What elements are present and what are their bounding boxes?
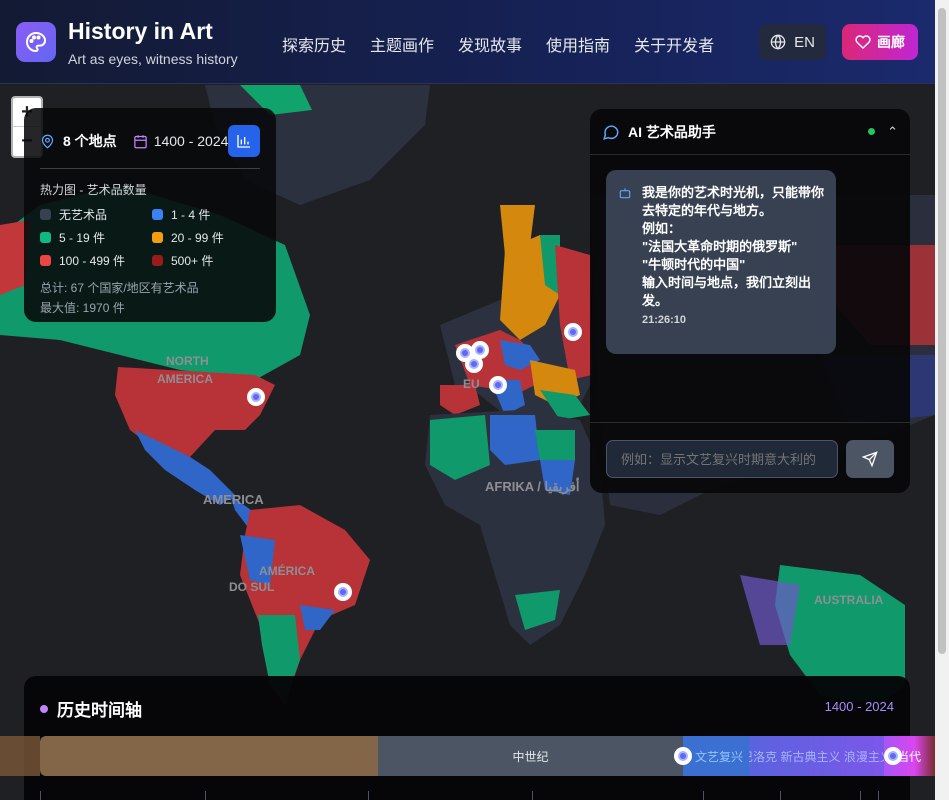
legend-swatch [40, 232, 51, 243]
legend-item: 20 - 99 件 [152, 229, 262, 246]
nav-theme-paintings[interactable]: 主题画作 [370, 32, 434, 56]
legend-item: 100 - 499 件 [40, 252, 152, 269]
timeline-segment-early[interactable] [40, 736, 378, 776]
legend-item: 1 - 4 件 [152, 206, 262, 223]
legend-item: 无艺术品 [40, 206, 152, 223]
label-africa: AFRIKA / أفريقيا [485, 478, 580, 495]
language-button[interactable]: EN [759, 24, 826, 60]
location-marker[interactable] [465, 355, 483, 373]
gallery-button[interactable]: 画廊 [842, 24, 918, 60]
heart-icon [855, 35, 871, 50]
legend-item: 500+ 件 [152, 252, 262, 269]
chat-header[interactable]: AI 艺术品助手 ⌃ [590, 109, 910, 155]
timeline-bar[interactable]: 中世纪 文艺复兴 巴洛克 新古典主义 浪漫主义 当代 [0, 736, 935, 776]
label-america-sul: AMÉRICA [259, 563, 315, 578]
globe-icon [770, 34, 786, 50]
label-europe: EU [463, 377, 480, 391]
label-north: NORTH [166, 354, 209, 368]
scrollbar-thumb[interactable] [938, 8, 946, 654]
location-count: 8 个地点 [40, 131, 117, 151]
chat-input-area [590, 422, 910, 493]
bar-chart-icon [237, 135, 250, 148]
timeline-segment-renaissance[interactable]: 文艺复兴 [683, 736, 749, 776]
timeline-segment-baroque[interactable]: 巴洛克 新古典主义 浪漫主义 [749, 736, 884, 776]
timeline-tick [40, 791, 41, 800]
map-pin-icon [41, 134, 54, 149]
send-icon [862, 451, 878, 467]
stats-max: 最大值: 1970 件 [40, 301, 125, 315]
page-scrollbar[interactable] [935, 0, 949, 800]
bot-icon [619, 188, 631, 199]
label-america-2: AMERICA [203, 492, 264, 507]
legend-swatch [152, 232, 163, 243]
timeline-handle-start[interactable] [674, 747, 692, 765]
timeline-tick [205, 791, 206, 800]
location-marker[interactable] [334, 583, 352, 601]
label-australia: AUSTRALIA [814, 593, 884, 607]
heatmap-legend: 无艺术品 1 - 4 件 5 - 19 件 20 - 99 件 100 - 49… [40, 206, 260, 269]
legend-swatch [40, 209, 51, 220]
legend-swatch [152, 209, 163, 220]
location-marker[interactable] [564, 323, 582, 341]
location-marker[interactable] [489, 376, 507, 394]
brand-title[interactable]: History in Art [68, 18, 213, 45]
language-label: EN [794, 33, 815, 51]
title-dot [40, 704, 48, 713]
brand-subtitle: Art as eyes, witness history [68, 51, 238, 67]
bar-chart-button[interactable] [228, 125, 260, 157]
online-status-dot [868, 128, 876, 135]
chat-bubble-icon [603, 124, 619, 140]
nav-explore-history[interactable]: 探索历史 [282, 32, 346, 56]
timeline-tick [532, 791, 533, 800]
timeline-ticks [40, 791, 910, 800]
chevron-up-icon[interactable]: ⌃ [887, 124, 898, 140]
heatmap-stats-panel: 8 个地点 1400 - 2024 热力图 - 艺术品数量 无艺术品 1 - 4… [24, 108, 276, 322]
main-nav: 探索历史 主题画作 发现故事 使用指南 关于开发者 [282, 32, 714, 56]
nav-user-guide[interactable]: 使用指南 [546, 32, 610, 56]
date-range: 1400 - 2024 [133, 133, 228, 149]
timeline-segment-medieval[interactable]: 中世纪 [378, 736, 683, 776]
timeline-tick [878, 791, 879, 800]
label-america: AMERICA [157, 372, 213, 386]
top-header: History in Art Art as eyes, witness hist… [0, 0, 949, 84]
calendar-icon [133, 134, 147, 148]
label-do-sul: DO SUL [229, 580, 274, 594]
timeline-tick [703, 791, 704, 800]
timeline-tick [860, 791, 861, 800]
message-time: 21:26:10 [642, 314, 687, 326]
timeline-handle-end[interactable] [884, 747, 902, 765]
legend-swatch [152, 255, 163, 266]
ai-assistant-panel: AI 艺术品助手 ⌃ 我是你的艺术时光机，只能带你去特定的年代与地方。 例如： … [590, 109, 910, 493]
chat-title: AI 艺术品助手 [628, 123, 716, 140]
palette-icon[interactable] [16, 22, 56, 62]
location-marker[interactable] [247, 388, 265, 406]
timeline-title: 历史时间轴 [40, 696, 142, 721]
send-button[interactable] [846, 440, 894, 478]
timeline-tick [368, 791, 369, 800]
legend-item: 5 - 19 件 [40, 229, 152, 246]
legend-swatch [40, 255, 51, 266]
divider [40, 168, 260, 169]
nav-about-developer[interactable]: 关于开发者 [634, 32, 714, 56]
gallery-label: 画廊 [877, 34, 905, 50]
timeline-segment-edge [0, 736, 40, 776]
timeline-tick [780, 791, 781, 800]
chat-input[interactable] [606, 440, 838, 478]
legend-title: 热力图 - 艺术品数量 [40, 183, 147, 197]
message-text: 我是你的艺术时光机，只能带你去特定的年代与地方。 例如： "法国大革命时期的俄罗… [642, 185, 825, 308]
nav-discover-stories[interactable]: 发现故事 [458, 32, 522, 56]
timeline-range: 1400 - 2024 [824, 699, 894, 714]
stats-total: 总计: 67 个国家/地区有艺术品 [40, 281, 199, 295]
assistant-message: 我是你的艺术时光机，只能带你去特定的年代与地方。 例如： "法国大革命时期的俄罗… [606, 170, 836, 354]
